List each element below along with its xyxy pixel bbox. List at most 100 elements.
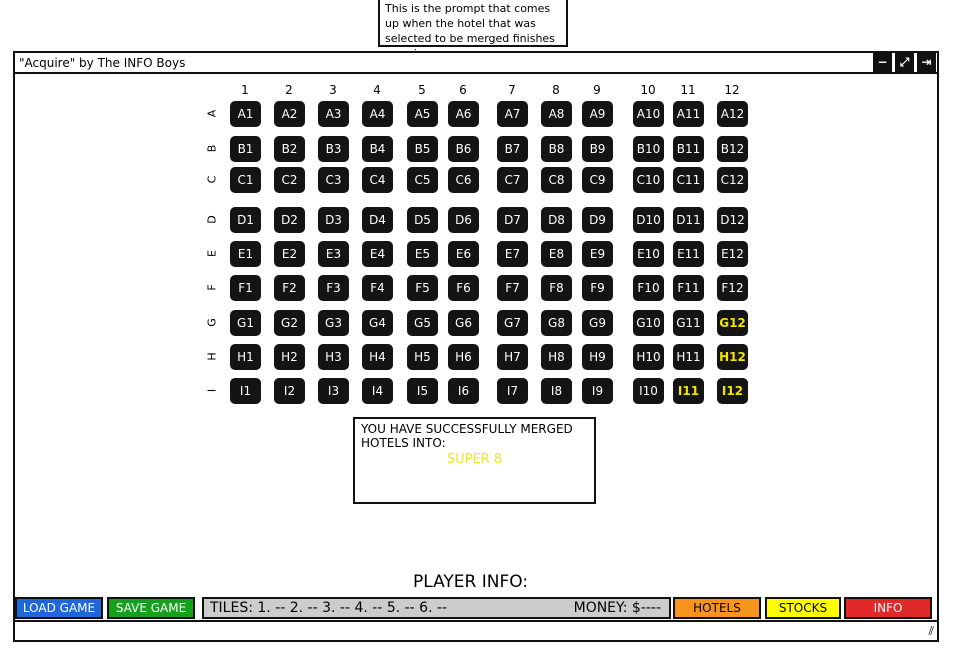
tile-H7[interactable]: H7 bbox=[497, 344, 528, 370]
tile-H3[interactable]: H3 bbox=[318, 344, 349, 370]
tile-H10[interactable]: H10 bbox=[633, 344, 664, 370]
tile-C2[interactable]: C2 bbox=[274, 167, 305, 193]
tile-C5[interactable]: C5 bbox=[407, 167, 438, 193]
tile-D4[interactable]: D4 bbox=[362, 207, 393, 233]
tile-H4[interactable]: H4 bbox=[362, 344, 393, 370]
save-game-button[interactable]: SAVE GAME bbox=[107, 597, 195, 619]
tile-E4[interactable]: E4 bbox=[362, 241, 393, 267]
tile-G2[interactable]: G2 bbox=[274, 310, 305, 336]
tile-A3[interactable]: A3 bbox=[318, 101, 349, 127]
tile-F3[interactable]: F3 bbox=[318, 275, 349, 301]
tile-G11[interactable]: G11 bbox=[673, 310, 704, 336]
tile-H11[interactable]: H11 bbox=[673, 344, 704, 370]
tile-H6[interactable]: H6 bbox=[448, 344, 479, 370]
tile-B5[interactable]: B5 bbox=[407, 136, 438, 162]
tile-D12[interactable]: D12 bbox=[717, 207, 748, 233]
tile-D7[interactable]: D7 bbox=[497, 207, 528, 233]
tile-H1[interactable]: H1 bbox=[230, 344, 261, 370]
load-game-button[interactable]: LOAD GAME bbox=[15, 597, 103, 619]
tile-G8[interactable]: G8 bbox=[541, 310, 572, 336]
tile-G9[interactable]: G9 bbox=[582, 310, 613, 336]
tile-I12[interactable]: I12 bbox=[717, 378, 748, 404]
tile-H8[interactable]: H8 bbox=[541, 344, 572, 370]
tile-G6[interactable]: G6 bbox=[448, 310, 479, 336]
tile-G1[interactable]: G1 bbox=[230, 310, 261, 336]
close-icon[interactable]: ⇥ bbox=[917, 53, 936, 72]
tile-F6[interactable]: F6 bbox=[448, 275, 479, 301]
tile-E11[interactable]: E11 bbox=[673, 241, 704, 267]
tile-A6[interactable]: A6 bbox=[448, 101, 479, 127]
tile-B10[interactable]: B10 bbox=[633, 136, 664, 162]
tile-C4[interactable]: C4 bbox=[362, 167, 393, 193]
tile-A8[interactable]: A8 bbox=[541, 101, 572, 127]
tile-I6[interactable]: I6 bbox=[448, 378, 479, 404]
tile-I4[interactable]: I4 bbox=[362, 378, 393, 404]
tile-F11[interactable]: F11 bbox=[673, 275, 704, 301]
tile-G12[interactable]: G12 bbox=[717, 310, 748, 336]
tile-A5[interactable]: A5 bbox=[407, 101, 438, 127]
tile-A2[interactable]: A2 bbox=[274, 101, 305, 127]
tile-E7[interactable]: E7 bbox=[497, 241, 528, 267]
minimize-icon[interactable]: − bbox=[873, 53, 892, 72]
maximize-icon[interactable]: ⤢ bbox=[895, 53, 914, 72]
tile-E3[interactable]: E3 bbox=[318, 241, 349, 267]
tile-B4[interactable]: B4 bbox=[362, 136, 393, 162]
tile-D3[interactable]: D3 bbox=[318, 207, 349, 233]
tile-F5[interactable]: F5 bbox=[407, 275, 438, 301]
tile-I3[interactable]: I3 bbox=[318, 378, 349, 404]
tile-I11[interactable]: I11 bbox=[673, 378, 704, 404]
tile-C11[interactable]: C11 bbox=[673, 167, 704, 193]
tile-E2[interactable]: E2 bbox=[274, 241, 305, 267]
tile-A7[interactable]: A7 bbox=[497, 101, 528, 127]
tile-C8[interactable]: C8 bbox=[541, 167, 572, 193]
tile-F8[interactable]: F8 bbox=[541, 275, 572, 301]
tile-E6[interactable]: E6 bbox=[448, 241, 479, 267]
tile-I8[interactable]: I8 bbox=[541, 378, 572, 404]
tile-D6[interactable]: D6 bbox=[448, 207, 479, 233]
tile-B7[interactable]: B7 bbox=[497, 136, 528, 162]
tile-E10[interactable]: E10 bbox=[633, 241, 664, 267]
tile-E9[interactable]: E9 bbox=[582, 241, 613, 267]
tile-B8[interactable]: B8 bbox=[541, 136, 572, 162]
tile-B12[interactable]: B12 bbox=[717, 136, 748, 162]
tile-A11[interactable]: A11 bbox=[673, 101, 704, 127]
tile-D11[interactable]: D11 bbox=[673, 207, 704, 233]
tile-C12[interactable]: C12 bbox=[717, 167, 748, 193]
tile-H5[interactable]: H5 bbox=[407, 344, 438, 370]
tile-B1[interactable]: B1 bbox=[230, 136, 261, 162]
tile-B2[interactable]: B2 bbox=[274, 136, 305, 162]
tile-F4[interactable]: F4 bbox=[362, 275, 393, 301]
tile-B3[interactable]: B3 bbox=[318, 136, 349, 162]
tile-F7[interactable]: F7 bbox=[497, 275, 528, 301]
tile-A10[interactable]: A10 bbox=[633, 101, 664, 127]
tile-F9[interactable]: F9 bbox=[582, 275, 613, 301]
tile-B9[interactable]: B9 bbox=[582, 136, 613, 162]
tile-E1[interactable]: E1 bbox=[230, 241, 261, 267]
tile-I7[interactable]: I7 bbox=[497, 378, 528, 404]
tile-G3[interactable]: G3 bbox=[318, 310, 349, 336]
tile-G4[interactable]: G4 bbox=[362, 310, 393, 336]
tile-E5[interactable]: E5 bbox=[407, 241, 438, 267]
tile-E12[interactable]: E12 bbox=[717, 241, 748, 267]
tile-G5[interactable]: G5 bbox=[407, 310, 438, 336]
tile-I9[interactable]: I9 bbox=[582, 378, 613, 404]
tile-C3[interactable]: C3 bbox=[318, 167, 349, 193]
tile-I5[interactable]: I5 bbox=[407, 378, 438, 404]
tile-I10[interactable]: I10 bbox=[633, 378, 664, 404]
tile-C10[interactable]: C10 bbox=[633, 167, 664, 193]
tile-C7[interactable]: C7 bbox=[497, 167, 528, 193]
tile-D8[interactable]: D8 bbox=[541, 207, 572, 233]
tile-D9[interactable]: D9 bbox=[582, 207, 613, 233]
tile-H12[interactable]: H12 bbox=[717, 344, 748, 370]
tile-A1[interactable]: A1 bbox=[230, 101, 261, 127]
tile-F10[interactable]: F10 bbox=[633, 275, 664, 301]
tile-F12[interactable]: F12 bbox=[717, 275, 748, 301]
hotels-button[interactable]: HOTELS bbox=[673, 597, 761, 619]
tile-A12[interactable]: A12 bbox=[717, 101, 748, 127]
info-button[interactable]: INFO bbox=[844, 597, 932, 619]
tile-I2[interactable]: I2 bbox=[274, 378, 305, 404]
tile-I1[interactable]: I1 bbox=[230, 378, 261, 404]
tile-B6[interactable]: B6 bbox=[448, 136, 479, 162]
tile-C9[interactable]: C9 bbox=[582, 167, 613, 193]
stocks-button[interactable]: STOCKS bbox=[765, 597, 841, 619]
